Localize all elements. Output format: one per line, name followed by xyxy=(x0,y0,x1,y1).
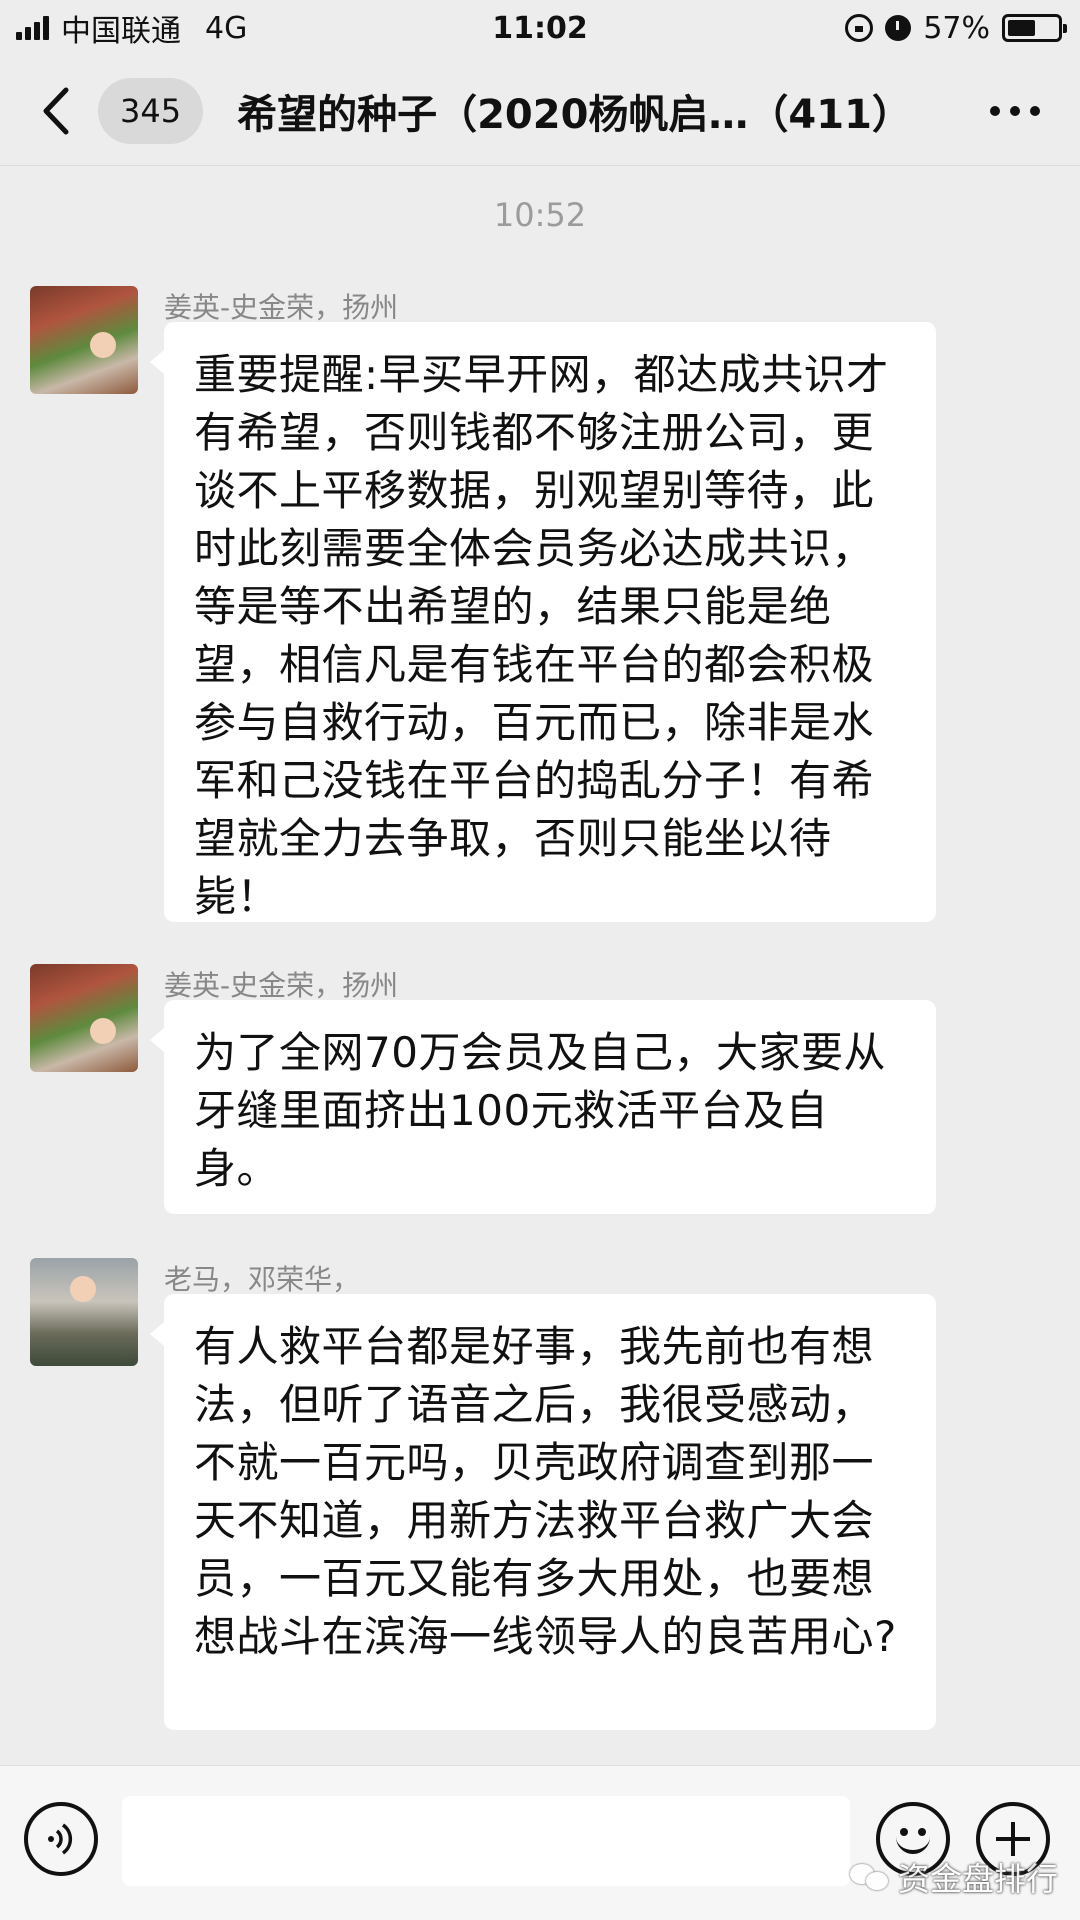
battery-percent: 57% xyxy=(923,10,990,46)
chat-header: 345 希望的种子（2020杨帆启…（411） xyxy=(0,56,1080,166)
message-bubble[interactable]: 为了全网70万会员及自己，大家要从牙缝里面挤出100元救活平台及自身。 xyxy=(150,1000,936,1214)
battery-icon xyxy=(1002,14,1067,42)
carrier-label: 中国联通 xyxy=(61,14,181,49)
wechat-logo-icon xyxy=(849,1862,890,1892)
status-right: 57% xyxy=(845,10,1067,46)
watermark-text: 资金盘排行 xyxy=(897,1860,1058,1898)
message-bubble[interactable]: 有人救平台都是好事，我先前也有想法，但听了语音之后，我很受感动，不就一百元吗，贝… xyxy=(150,1294,936,1730)
avatar[interactable] xyxy=(30,964,138,1072)
back-button[interactable] xyxy=(40,81,80,141)
sender-name: 姜英-史金荣，扬州 xyxy=(164,969,399,1002)
avatar[interactable] xyxy=(30,286,138,394)
network-label: 4G xyxy=(205,10,248,46)
status-left: 中国联通 4G xyxy=(16,6,247,50)
message-timestamp: 10:52 xyxy=(493,196,587,234)
voice-button[interactable] xyxy=(24,1802,98,1876)
status-bar: 中国联通 4G 11:02 57% xyxy=(0,0,1080,56)
chevron-left-icon xyxy=(43,87,69,134)
message-input[interactable] xyxy=(122,1796,850,1886)
unread-count-badge[interactable]: 345 xyxy=(98,77,204,144)
chat-title: 希望的种子（2020杨帆启…（411） xyxy=(237,91,912,138)
signal-icon xyxy=(16,16,49,40)
ellipsis-icon xyxy=(990,105,1000,116)
voice-icon xyxy=(48,1823,73,1855)
watermark: 资金盘排行 xyxy=(849,1854,1058,1900)
alarm-icon xyxy=(885,15,912,41)
rotation-lock-icon xyxy=(845,14,874,42)
sender-name: 老马，邓荣华， xyxy=(164,1263,361,1296)
emoji-icon xyxy=(896,1834,930,1854)
sender-name: 姜英-史金荣，扬州 xyxy=(164,291,399,324)
more-options-button[interactable] xyxy=(990,105,1040,116)
avatar[interactable] xyxy=(30,1258,138,1366)
message-bubble[interactable]: 重要提醒:早买早开网，都达成共识才有希望，否则钱都不够注册公司，更谈不上平移数据… xyxy=(150,322,936,922)
